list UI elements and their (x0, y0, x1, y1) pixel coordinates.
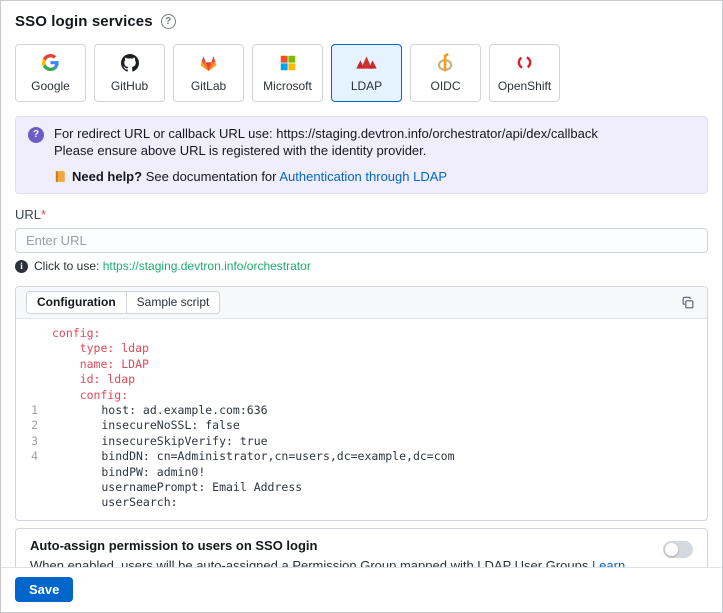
info-icon: i (15, 260, 28, 273)
code-header-line: name: LDAP (16, 357, 707, 372)
book-icon (54, 170, 67, 183)
code-line: bindPW: admin0! (16, 465, 707, 480)
provider-label: GitLab (191, 79, 226, 93)
help-question-icon: ? (28, 127, 44, 143)
code-header-line: id: ldap (16, 372, 707, 387)
provider-tile-github[interactable]: GitHub (94, 44, 165, 102)
auto-assign-title: Auto-assign permission to users on SSO l… (30, 538, 651, 553)
editor-tabs: Configuration Sample script (26, 291, 220, 314)
provider-label: Google (31, 79, 70, 93)
configuration-editor: Configuration Sample script config: type… (15, 286, 708, 521)
line-number (16, 480, 46, 495)
code-line: 1 host: ad.example.com:636 (16, 403, 707, 418)
banner-line-2: Please ensure above URL is registered wi… (54, 142, 598, 159)
line-number (16, 495, 46, 510)
provider-label: OpenShift (498, 79, 551, 93)
provider-tile-google[interactable]: Google (15, 44, 86, 102)
provider-label: GitHub (111, 79, 148, 93)
code-line: 2 insecureNoSSL: false (16, 418, 707, 433)
page-header: SSO login services ? (15, 13, 708, 30)
provider-tile-openshift[interactable]: OpenShift (489, 44, 560, 102)
code-line: userSearch: (16, 495, 707, 510)
redirect-info-banner: ? For redirect URL or callback URL use: … (15, 116, 708, 194)
line-number: 1 (16, 403, 46, 418)
ldap-logo-icon (356, 54, 377, 72)
sso-provider-tiles: Google GitHub (15, 44, 708, 102)
tab-configuration[interactable]: Configuration (27, 292, 126, 313)
code-header-line: config: (16, 326, 707, 341)
url-input[interactable] (15, 228, 708, 253)
line-number: 4 (16, 449, 46, 464)
copy-button[interactable] (679, 294, 697, 312)
provider-tile-ldap[interactable]: LDAP (331, 44, 402, 102)
footer-bar: Save (1, 567, 722, 612)
copy-icon (681, 296, 695, 310)
line-number: 3 (16, 434, 46, 449)
provider-tile-gitlab[interactable]: GitLab (173, 44, 244, 102)
need-help-row: Need help? See documentation for Authent… (54, 168, 598, 185)
line-number: 2 (16, 418, 46, 433)
tab-sample-script[interactable]: Sample script (126, 292, 220, 313)
toggle-knob (665, 543, 678, 556)
hint-prefix: Click to use: (34, 259, 103, 273)
gitlab-logo-icon (199, 54, 218, 72)
sso-login-services-page: SSO login services ? Google GitHub (0, 0, 723, 613)
need-help-text: Need help? See documentation for Authent… (72, 168, 447, 185)
title-help-icon[interactable]: ? (161, 14, 176, 29)
banner-line-1: For redirect URL or callback URL use: ht… (54, 125, 598, 142)
editor-toolbar: Configuration Sample script (16, 287, 707, 319)
provider-tile-oidc[interactable]: OIDC (410, 44, 481, 102)
provider-label: Microsoft (263, 79, 312, 93)
provider-label: OIDC (431, 79, 461, 93)
url-label: URL* (15, 207, 708, 222)
github-logo-icon (121, 54, 139, 72)
code-line: 4 bindDN: cn=Administrator,cn=users,dc=e… (16, 449, 707, 464)
code-header-line: type: ldap (16, 341, 707, 356)
yaml-code-area[interactable]: config: type: ldap name: LDAP id: ldap c… (16, 319, 707, 520)
auto-assign-toggle[interactable] (663, 541, 693, 558)
line-number (16, 465, 46, 480)
orchestrator-url-link[interactable]: https://staging.devtron.info/orchestrato… (103, 259, 311, 273)
save-button[interactable]: Save (15, 577, 73, 602)
code-line: 3 insecureSkipVerify: true (16, 434, 707, 449)
google-logo-icon (42, 54, 59, 72)
required-asterisk: * (41, 207, 46, 222)
code-line: usernamePrompt: Email Address (16, 480, 707, 495)
microsoft-logo-icon (280, 54, 296, 72)
page-title: SSO login services (15, 13, 153, 30)
oidc-logo-icon (437, 54, 454, 72)
code-header-line: config: (16, 388, 707, 403)
ldap-docs-link[interactable]: Authentication through LDAP (279, 169, 447, 184)
click-to-use-hint: i Click to use: https://staging.devtron.… (15, 259, 708, 273)
provider-tile-microsoft[interactable]: Microsoft (252, 44, 323, 102)
openshift-logo-icon (516, 54, 533, 72)
provider-label: LDAP (351, 79, 382, 93)
